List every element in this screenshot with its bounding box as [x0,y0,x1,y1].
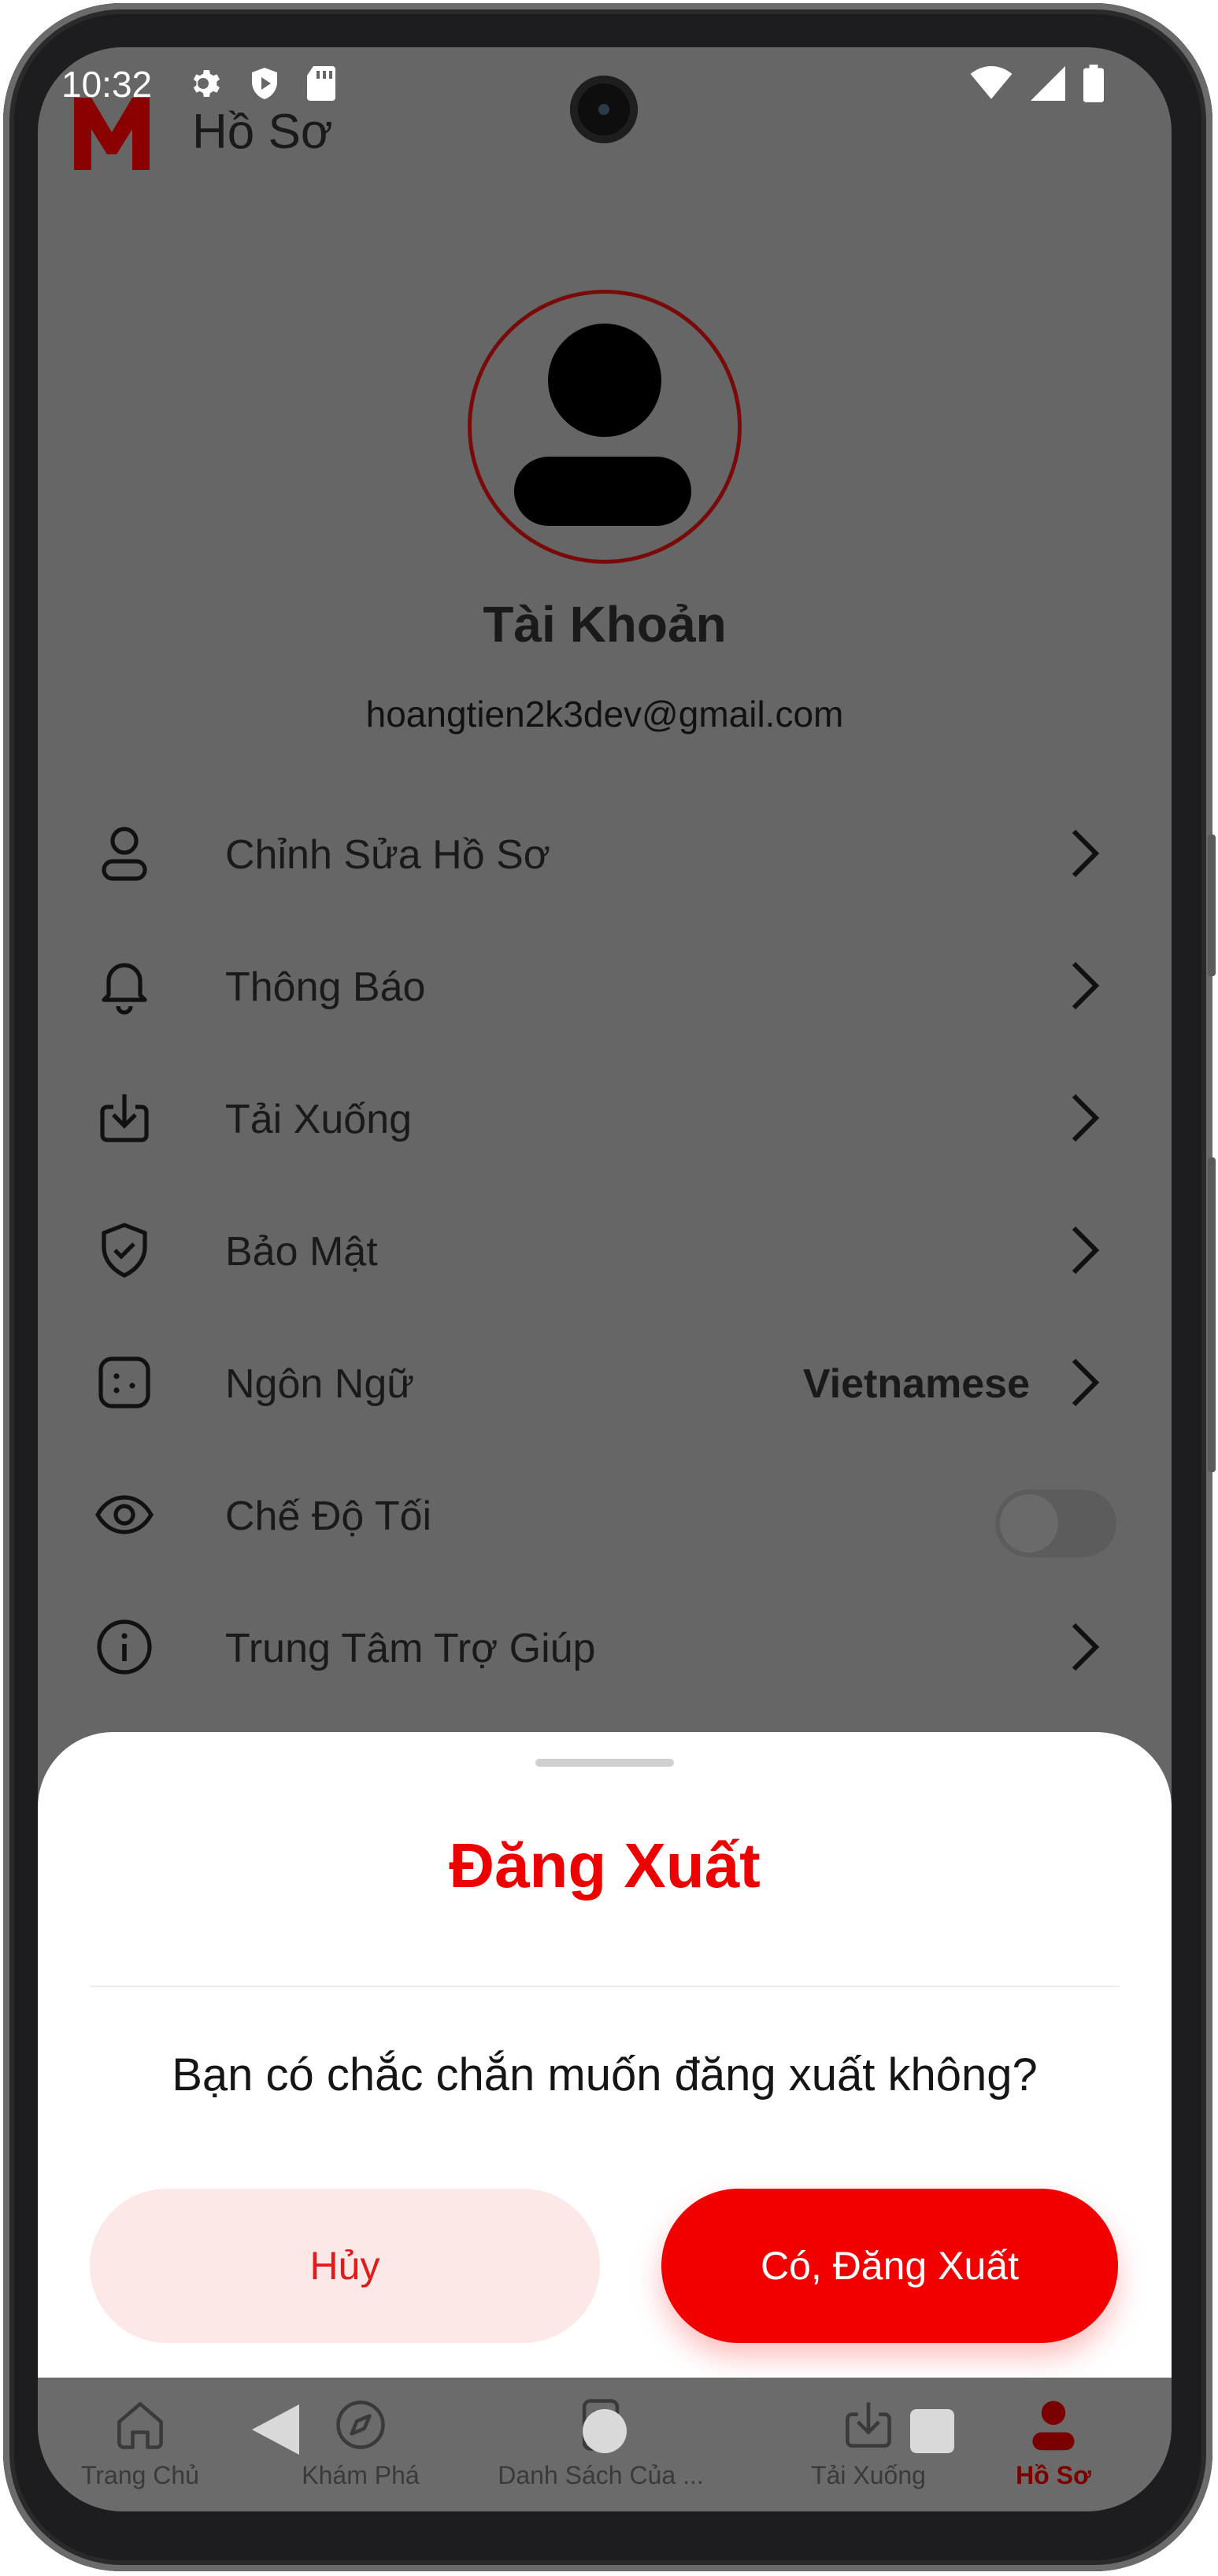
m-logo-icon [74,98,150,170]
chevron-right-icon [1072,1358,1100,1407]
logout-bottom-sheet: Đăng Xuất Bạn có chắc chắn muốn đăng xuấ… [38,1732,1172,2378]
phone-volume-button [1208,1157,1216,1472]
nav-item-home[interactable]: Trang Chủ [54,2378,227,2511]
cancel-button[interactable]: Hủy [90,2189,600,2343]
phone-power-button [1208,835,1216,976]
status-icons-left [187,65,339,102]
info-icon [97,1619,152,1675]
menu-item-language[interactable]: Ngôn Ngữ Vietnamese [38,1316,1172,1449]
chevron-right-icon [1072,829,1100,878]
nav-item-explore[interactable]: Khám Phá [274,2378,447,2511]
compass-icon [336,2400,385,2449]
battery-icon [1083,65,1104,102]
logout-message: Bạn có chắc chắn muốn đăng xuất không? [172,2049,1038,2100]
menu-item-help-center[interactable]: Trung Tâm Trợ Giúp [38,1581,1172,1713]
shield-check-icon [102,1223,147,1278]
menu-item-security[interactable]: Bảo Mật [38,1184,1172,1316]
dark-mode-toggle[interactable] [995,1490,1116,1557]
shield-play-icon [252,68,277,99]
nav-item-profile[interactable]: Hồ Sơ [975,2378,1132,2511]
menu-item-downloads[interactable]: Tải Xuống [38,1052,1172,1184]
menu-item-notifications[interactable]: Thông Báo [38,920,1172,1052]
home-icon [117,2402,163,2449]
cell-signal-icon [1031,66,1065,101]
dots-square-icon [98,1356,150,1408]
menu-item-edit-profile[interactable]: Chỉnh Sửa Hồ Sơ [38,787,1172,920]
menu-label: Trung Tâm Trợ Giúp [225,1626,596,1671]
nav-label: Danh Sách Của ... [498,2461,704,2489]
nav-label: Tải Xuống [811,2461,926,2489]
wifi-icon [970,66,1013,99]
language-value: Vietnamese [802,1361,1030,1407]
sheet-divider [90,1986,1120,1987]
download-icon [846,2402,891,2448]
profile-icon [1032,2400,1075,2451]
sd-card-icon [307,66,335,101]
system-back-icon[interactable] [252,2404,299,2455]
eye-icon [95,1495,154,1534]
menu-label: Bảo Mật [225,1229,378,1275]
user-icon [102,827,147,881]
nav-label: Hồ Sơ [1016,2461,1091,2489]
nav-label: Khám Phá [302,2461,420,2489]
settings-icon [193,70,220,97]
logout-title: Đăng Xuất [449,1830,761,1901]
menu-item-dark-mode: Chế Độ Tối [38,1449,1172,1581]
chevron-right-icon [1072,1623,1100,1671]
page-title: Hồ Sơ [192,105,333,159]
screen: 10:32 Hồ Sơ Tài Khoản hoangtien2k3dev@gm… [38,47,1172,2511]
status-icons-right [970,65,1104,102]
chevron-right-icon [1072,1226,1100,1275]
account-email: hoangtien2k3dev@gmail.com [365,694,844,735]
system-home-button[interactable] [583,2409,627,2453]
drag-handle[interactable] [535,1759,674,1767]
confirm-logout-button[interactable]: Có, Đăng Xuất [661,2189,1118,2343]
menu-label: Tải Xuống [225,1097,413,1142]
download-icon [100,1094,149,1142]
menu-label: Ngôn Ngữ [225,1361,415,1407]
menu-label: Chế Độ Tối [225,1493,432,1539]
menu-label: Thông Báo [225,964,426,1010]
system-recents-button[interactable] [910,2409,954,2453]
chevron-right-icon [1072,1094,1100,1142]
app-header: Hồ Sơ [38,98,1172,244]
user-avatar-icon [514,324,691,526]
nav-label: Trang Chủ [81,2461,199,2489]
account-name: Tài Khoản [483,596,727,653]
menu-label: Chỉnh Sửa Hồ Sơ [225,832,550,878]
chevron-right-icon [1072,961,1100,1010]
avatar[interactable] [468,290,742,564]
bell-icon [102,963,147,1015]
